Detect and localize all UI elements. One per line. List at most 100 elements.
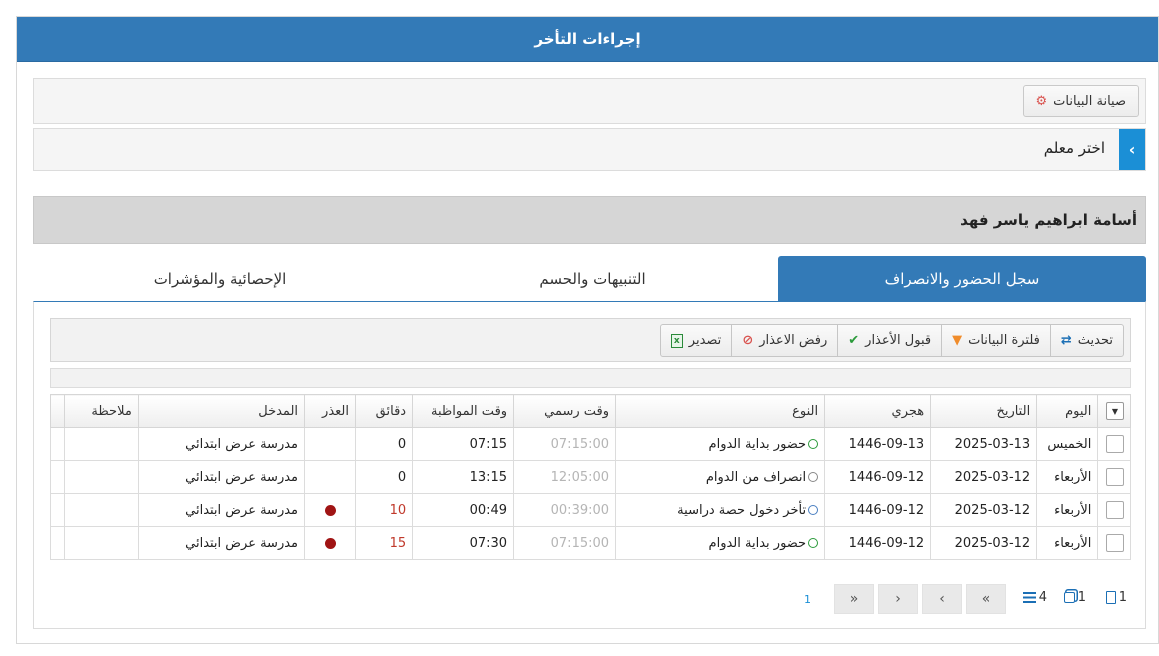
current-page-value: 1 — [1077, 590, 1086, 605]
reject-excuses-button[interactable]: ⊘ رفض الاعذار — [731, 325, 837, 356]
status-circle-icon — [808, 505, 819, 515]
date-cell: 2025-03-12 — [930, 460, 1038, 494]
note-cell — [64, 526, 139, 560]
record-count-value: 4 — [1038, 590, 1047, 605]
tab-alerts-deductions[interactable]: التنبيهات والحسم — [407, 256, 778, 301]
attendance-table: ▼ اليوم التاريخ هجري النوع وقت رسمي وقت … — [49, 394, 1131, 560]
table-row[interactable]: الأربعاء 2025-03-12 1446-09-12 انصراف من ال… — [49, 460, 1131, 494]
spacer-cell — [49, 460, 66, 494]
row-checkbox[interactable] — [1106, 534, 1124, 552]
hijri-cell: 1446-09-13 — [824, 427, 932, 461]
note-cell — [64, 493, 139, 527]
col-attendance-time[interactable]: وقت المواظبة — [412, 394, 515, 428]
type-text: حضور بداية الدوام — [708, 436, 807, 452]
ban-icon: ⊘ — [742, 333, 754, 348]
type-cell: تأخر دخول حصة دراسية — [615, 493, 826, 527]
official-time-cell: 00:39:00 — [513, 493, 617, 527]
status-circle-icon — [808, 472, 819, 482]
type-cell: حضور بداية الدوام — [615, 427, 826, 461]
excuse-cell — [304, 493, 356, 527]
excel-icon: x — [670, 333, 683, 348]
page-count: 1 — [1105, 590, 1127, 605]
table-row[interactable]: الأربعاء 2025-03-12 1446-09-12 حضور بداية ا… — [49, 526, 1131, 560]
refresh-button[interactable]: ⇄ تحديث — [1049, 325, 1123, 356]
copy-icon — [1063, 592, 1075, 603]
export-button[interactable]: x تصدير — [661, 325, 732, 356]
col-entry[interactable]: المدخل — [137, 394, 306, 428]
note-cell — [64, 460, 139, 494]
tab-attendance-log[interactable]: سجل الحضور والانصراف — [778, 256, 1146, 301]
minutes-cell: 10 — [354, 493, 414, 527]
select-all-dropdown[interactable]: ▼ — [1097, 394, 1131, 428]
col-minutes[interactable]: دقائق — [354, 394, 414, 428]
gear-icon: ⚙ — [1035, 93, 1048, 109]
page-link-current[interactable]: 1 — [804, 593, 811, 606]
next-page-button[interactable]: › — [878, 584, 918, 614]
col-excuse[interactable]: العذر — [304, 394, 356, 428]
accept-excuses-button[interactable]: ✔ قبول الأعذار — [837, 325, 941, 356]
day-cell: الأربعاء — [1036, 526, 1099, 560]
excuse-cell — [304, 460, 356, 494]
first-page-button[interactable]: « — [966, 584, 1006, 614]
excuse-cell — [304, 427, 356, 461]
excuse-indicator-icon[interactable] — [324, 504, 336, 516]
last-page-button[interactable]: » — [834, 584, 874, 614]
chevron-left-icon[interactable]: ‹ — [1119, 129, 1145, 170]
type-text: حضور بداية الدوام — [708, 535, 807, 551]
selected-teacher-name: أسامة ابراهيم ياسر فهد — [33, 196, 1146, 244]
col-note[interactable]: ملاحظة — [64, 394, 139, 428]
hijri-cell: 1446-09-12 — [824, 493, 932, 527]
pager: 1 1 4 « ‹ › » 1 — [50, 584, 1131, 614]
accept-excuses-label: قبول الأعذار — [865, 333, 932, 348]
prev-page-button[interactable]: ‹ — [922, 584, 962, 614]
col-day[interactable]: اليوم — [1036, 394, 1099, 428]
row-select-cell[interactable] — [1097, 427, 1131, 461]
excuse-indicator-icon[interactable] — [324, 537, 336, 549]
teacher-selector-label: اختر معلم — [1043, 139, 1105, 157]
col-date[interactable]: التاريخ — [930, 394, 1038, 428]
tab-statistics[interactable]: الإحصائية والمؤشرات — [33, 256, 407, 301]
date-cell: 2025-03-12 — [930, 526, 1038, 560]
type-text: تأخر دخول حصة دراسية — [677, 502, 807, 518]
day-cell: الأربعاء — [1036, 493, 1099, 527]
entry-cell: مدرسة عرض ابتدائي — [137, 460, 306, 494]
refresh-label: تحديث — [1077, 333, 1113, 348]
attendance-time-cell: 00:49 — [412, 493, 515, 527]
tab-content: ⇄ تحديث ▼ فلترة البيانات ✔ قبول الأعذار … — [33, 301, 1146, 629]
row-select-cell[interactable] — [1097, 526, 1131, 560]
refresh-icon: ⇄ — [1060, 333, 1072, 348]
filter-button[interactable]: ▼ فلترة البيانات — [941, 325, 1050, 356]
col-hijri[interactable]: هجري — [824, 394, 932, 428]
panel-title: إجراءات التأخر — [17, 17, 1158, 62]
grid-filter-row[interactable] — [50, 368, 1131, 388]
table-header-row: ▼ اليوم التاريخ هجري النوع وقت رسمي وقت … — [49, 394, 1131, 428]
attendance-time-cell: 13:15 — [412, 460, 515, 494]
status-circle-icon — [808, 439, 819, 449]
chevron-down-icon[interactable]: ▼ — [1106, 402, 1124, 420]
minutes-cell: 0 — [354, 460, 414, 494]
col-type[interactable]: النوع — [615, 394, 826, 428]
table-row[interactable]: الخميس 2025-03-13 1446-09-13 حضور بداية الد… — [49, 427, 1131, 461]
row-checkbox[interactable] — [1106, 435, 1124, 453]
spacer-cell — [49, 493, 66, 527]
table-body: الخميس 2025-03-13 1446-09-13 حضور بداية الد… — [49, 427, 1131, 560]
attendance-time-cell: 07:15 — [412, 427, 515, 461]
data-maintenance-button[interactable]: ⚙ صيانة البيانات — [1022, 85, 1139, 117]
row-select-cell[interactable] — [1097, 493, 1131, 527]
table-row[interactable]: الأربعاء 2025-03-12 1446-09-12 تأخر دخول حص… — [49, 493, 1131, 527]
row-select-cell[interactable] — [1097, 460, 1131, 494]
row-checkbox[interactable] — [1106, 501, 1124, 519]
entry-cell: مدرسة عرض ابتدائي — [137, 493, 306, 527]
date-cell: 2025-03-13 — [930, 427, 1038, 461]
excuse-cell — [304, 526, 356, 560]
row-checkbox[interactable] — [1106, 468, 1124, 486]
teacher-selector[interactable]: ‹ اختر معلم — [33, 128, 1146, 171]
official-time-cell: 12:05:00 — [513, 460, 617, 494]
top-toolbar: ⚙ صيانة البيانات — [33, 78, 1146, 124]
entry-cell: مدرسة عرض ابتدائي — [137, 526, 306, 560]
col-official-time[interactable]: وقت رسمي — [513, 394, 617, 428]
filter-label: فلترة البيانات — [968, 333, 1040, 348]
type-cell: انصراف من الدوام — [615, 460, 826, 494]
date-cell: 2025-03-12 — [930, 493, 1038, 527]
attendance-time-cell: 07:30 — [412, 526, 515, 560]
